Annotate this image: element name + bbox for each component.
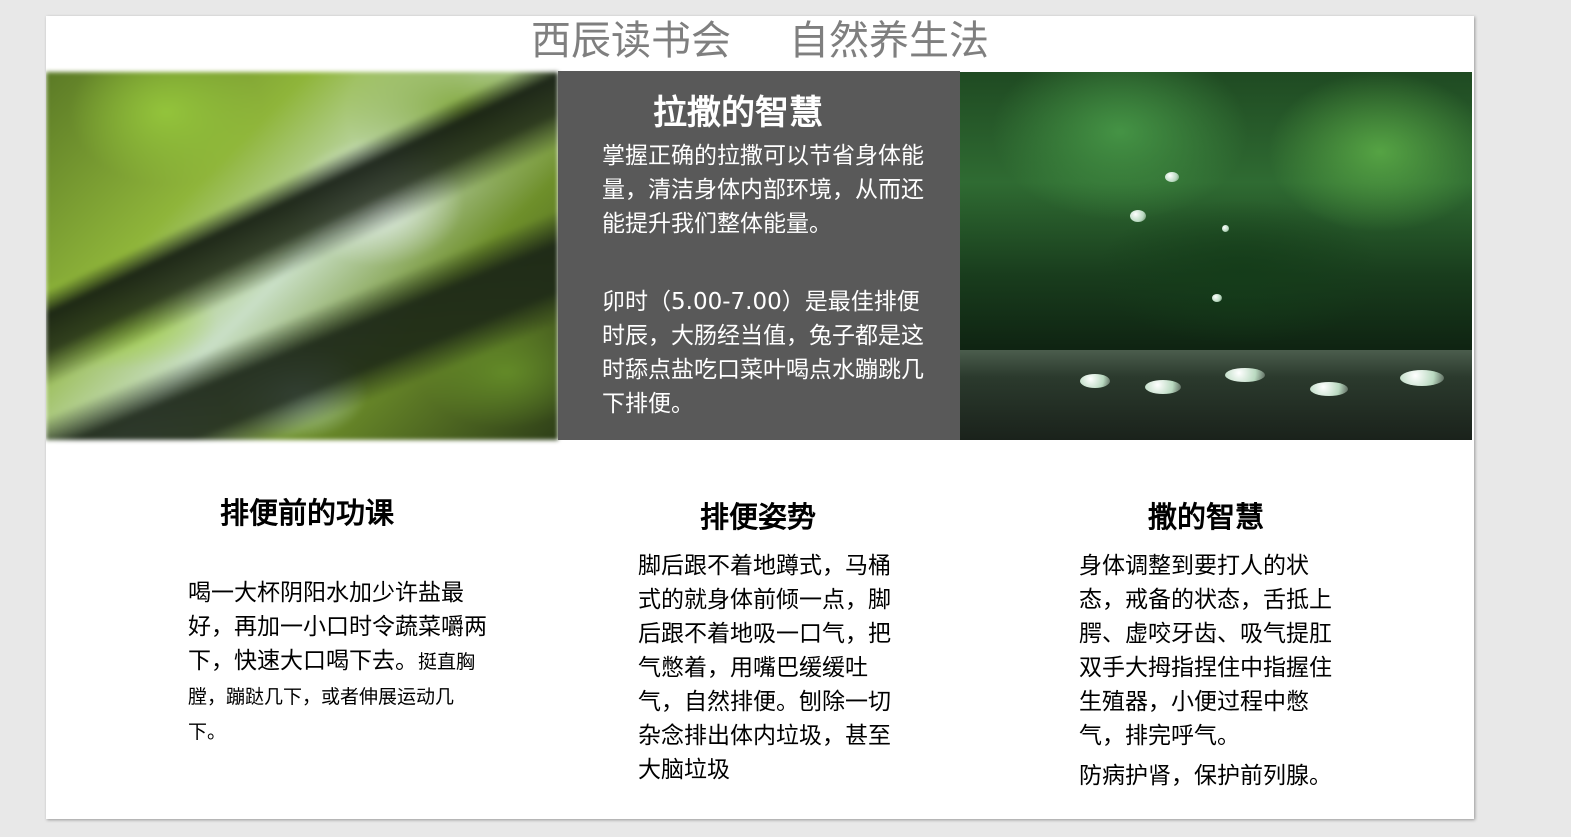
column-3-body-extra: 防病护肾，保护前列腺。 <box>1079 763 1332 789</box>
rain-drop <box>1130 210 1146 222</box>
rain-drop <box>1222 225 1229 232</box>
rain-drop <box>1165 172 1179 182</box>
column-2-body: 脚后跟不着地蹲式，马桶式的就身体前倾一点，脚后跟不着地吸一口气，把气憋着，用嘴巴… <box>638 553 891 783</box>
column-1-body: 喝一大杯阴阳水加少许盐最好，再加一小口时令蔬菜嚼两下，快速大口喝下去。挺直胸膛，… <box>188 576 488 749</box>
title-part2: 自然养生法 <box>789 18 989 64</box>
rain-photo-ledge <box>960 350 1472 440</box>
column-3-body: 身体调整到要打人的状态，戒备的状态，舌抵上腭、虚咬牙齿、吸气提肛双手大拇指捏住中… <box>1079 553 1332 749</box>
rain-drop <box>1080 374 1110 388</box>
rain-drop <box>1310 382 1348 396</box>
title-part1: 西辰读书会 <box>531 18 731 64</box>
rain-drop <box>1145 380 1181 394</box>
slide: 西辰读书会 自然养生法 拉撒的智慧 掌握正确的拉撒可以节省身体能量，清洁身体内部环… <box>46 16 1474 819</box>
column-2-heading: 排便姿势 <box>700 500 817 534</box>
forest-photo <box>46 72 558 440</box>
panel-paragraph-2: 卯时（5.00-7.00）是最佳排便时辰，大肠经当值，兔子都是这时舔点盐吃口菜叶… <box>602 289 924 417</box>
rain-drop <box>1400 370 1444 386</box>
rain-drop <box>1225 368 1265 382</box>
slide-title: 西辰读书会 自然养生法 <box>46 16 1474 72</box>
rain-drop <box>1212 294 1222 302</box>
column-3-heading: 撒的智慧 <box>1148 500 1265 534</box>
rain-photo <box>960 72 1472 440</box>
column-1-heading: 排便前的功课 <box>220 496 395 530</box>
center-panel: 拉撒的智慧 掌握正确的拉撒可以节省身体能量，清洁身体内部环境，从而还能提升我们整… <box>558 71 960 440</box>
panel-paragraph-1: 掌握正确的拉撒可以节省身体能量，清洁身体内部环境，从而还能提升我们整体能量。 <box>602 143 924 237</box>
panel-heading: 拉撒的智慧 <box>653 93 823 133</box>
